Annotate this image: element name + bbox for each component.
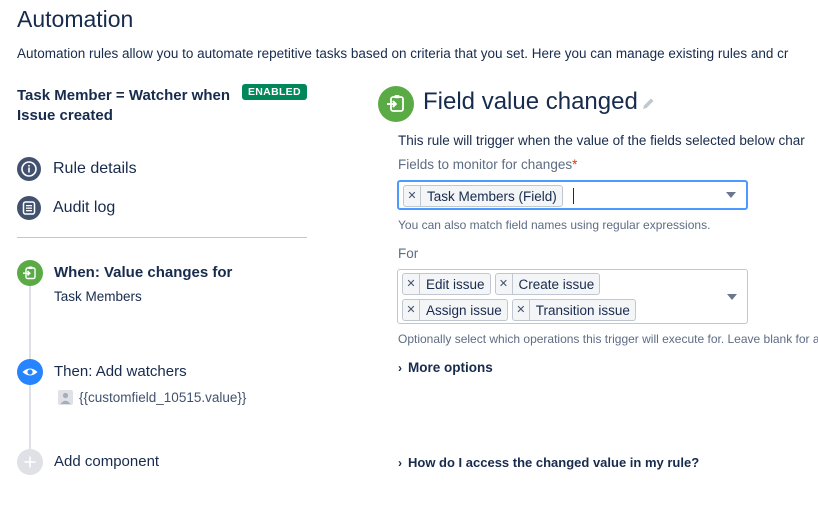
- then-step-title[interactable]: Then: Add watchers: [54, 363, 187, 380]
- then-step-value-text: {{customfield_10515.value}}: [79, 390, 247, 405]
- field-chip: ✕ Task Members (Field): [403, 185, 563, 207]
- fields-select[interactable]: ✕ Task Members (Field): [397, 180, 748, 210]
- operation-chip: ✕ Create issue: [494, 273, 601, 295]
- nav-rule-details-label: Rule details: [53, 160, 137, 177]
- info-icon: [17, 157, 41, 181]
- fields-label-text: Fields to monitor for changes: [398, 157, 573, 172]
- trigger-description: This rule will trigger when the value of…: [398, 133, 805, 148]
- text-cursor: [572, 188, 574, 204]
- divider: [17, 237, 307, 238]
- when-step-title: When: Value changes for: [54, 264, 233, 281]
- chip-label: Edit issue: [426, 276, 485, 292]
- eye-icon: [17, 359, 43, 385]
- operation-chip: ✕ Edit issue: [402, 273, 491, 295]
- fields-help-text: You can also match field names using reg…: [398, 218, 711, 232]
- for-label: For: [398, 246, 419, 261]
- remove-chip-icon[interactable]: ✕: [403, 300, 420, 320]
- chevron-down-icon[interactable]: [726, 192, 736, 198]
- add-component-button[interactable]: Add component: [54, 453, 159, 470]
- fields-label: Fields to monitor for changes*: [398, 157, 577, 172]
- chip-label: Transition issue: [535, 302, 630, 318]
- chip-label: Task Members (Field): [427, 188, 557, 204]
- chip-label: Create issue: [518, 276, 595, 292]
- rule-name: Task Member = Watcher when Issue created: [17, 87, 230, 124]
- page-description: Automation rules allow you to automate r…: [17, 46, 789, 61]
- nav-audit-log[interactable]: Audit log: [17, 195, 115, 221]
- more-options-toggle[interactable]: › More options: [398, 360, 493, 375]
- trigger-title: Field value changed: [423, 88, 638, 115]
- page-title: Automation: [17, 6, 134, 32]
- nav-audit-log-label: Audit log: [53, 199, 116, 216]
- pencil-icon[interactable]: [640, 96, 656, 117]
- list-icon: [17, 196, 41, 220]
- chip-label: Assign issue: [426, 302, 502, 318]
- remove-chip-icon[interactable]: ✕: [404, 186, 421, 206]
- user-avatar-icon: [58, 390, 73, 405]
- chevron-right-icon: ›: [398, 455, 402, 470]
- chevron-down-icon[interactable]: [727, 293, 737, 300]
- operations-select[interactable]: ✕ Edit issue ✕ Create issue ✕ Assign iss…: [397, 269, 748, 324]
- operation-chip: ✕ Transition issue: [511, 299, 636, 321]
- more-options-label: More options: [408, 360, 493, 375]
- status-badge: ENABLED: [242, 84, 307, 100]
- remove-chip-icon[interactable]: ✕: [513, 300, 530, 320]
- help-link-toggle[interactable]: › How do I access the changed value in m…: [398, 455, 699, 470]
- field-change-icon: [17, 260, 43, 286]
- operation-chip: ✕ Assign issue: [402, 299, 508, 321]
- remove-chip-icon[interactable]: ✕: [496, 274, 513, 294]
- when-step-field: Task Members: [54, 289, 142, 304]
- nav-rule-details[interactable]: Rule details: [17, 156, 137, 182]
- required-mark: *: [572, 157, 578, 172]
- then-step-value: {{customfield_10515.value}}: [58, 390, 246, 405]
- field-change-icon: [378, 86, 414, 122]
- plus-icon[interactable]: [17, 449, 43, 475]
- when-step-card[interactable]: [10, 252, 310, 314]
- chevron-right-icon: ›: [398, 360, 402, 375]
- help-link-label: How do I access the changed value in my …: [408, 455, 700, 470]
- remove-chip-icon[interactable]: ✕: [403, 274, 420, 294]
- operations-help-text: Optionally select which operations this …: [398, 332, 818, 346]
